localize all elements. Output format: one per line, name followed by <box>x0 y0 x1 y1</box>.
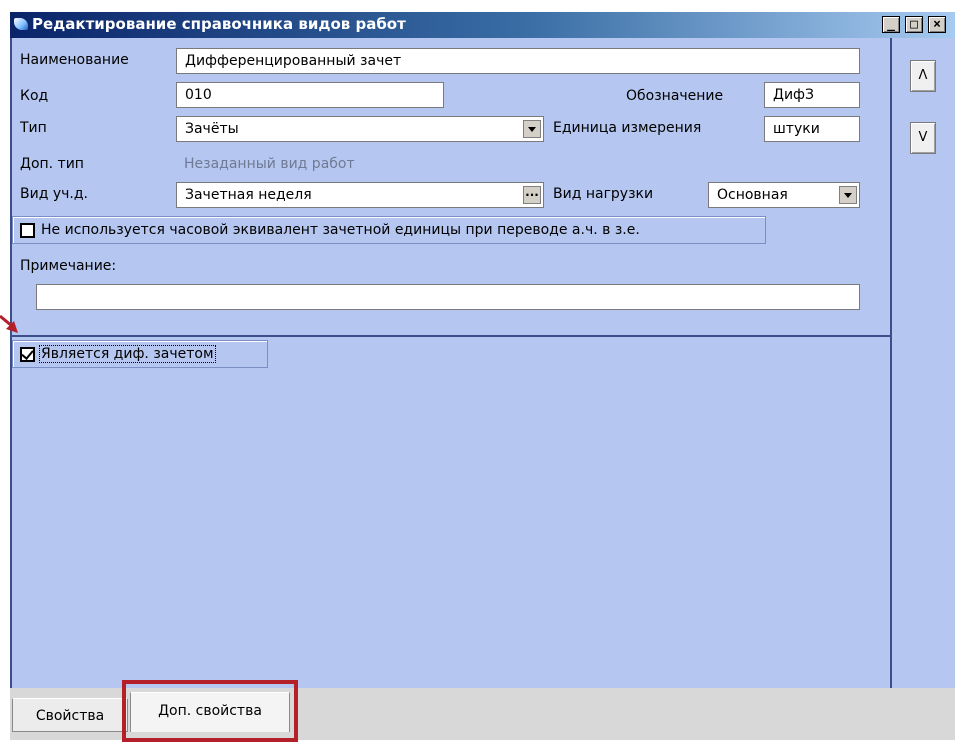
navigation-panel: Λ V <box>890 38 955 688</box>
designation-field[interactable]: ДифЗ <box>764 82 860 108</box>
close-button[interactable]: × <box>928 16 946 33</box>
name-label: Наименование <box>20 52 129 68</box>
checkbox-icon[interactable] <box>20 223 35 238</box>
study-kind-field[interactable]: Зачетная неделя ... <box>176 182 544 208</box>
unit-label: Единица измерения <box>553 120 702 136</box>
checkbox-checked-icon[interactable] <box>20 347 35 362</box>
load-kind-label: Вид нагрузки <box>553 186 654 202</box>
minimize-button[interactable]: _ <box>882 16 900 33</box>
tab-highlight-frame <box>122 680 298 742</box>
unit-field[interactable]: штуки <box>764 116 860 142</box>
note-label: Примечание: <box>20 258 117 274</box>
move-up-button[interactable]: Λ <box>910 60 936 92</box>
study-kind-value: Зачетная неделя <box>185 187 312 203</box>
window-title: Редактирование справочника видов работ <box>32 15 406 33</box>
app-icon <box>14 18 28 30</box>
extra-type-label: Доп. тип <box>20 156 84 172</box>
code-label: Код <box>20 88 49 104</box>
load-kind-value: Основная <box>717 187 788 203</box>
title-bar: Редактирование справочника видов работ _… <box>10 12 955 38</box>
designation-label: Обозначение <box>626 88 724 104</box>
type-label: Тип <box>20 120 47 136</box>
type-select[interactable]: Зачёты <box>176 116 544 142</box>
tab-properties[interactable]: Свойства <box>12 698 128 732</box>
code-field[interactable]: 010 <box>176 82 444 108</box>
chevron-down-icon[interactable] <box>523 120 541 138</box>
study-kind-label: Вид уч.д. <box>20 186 88 202</box>
extra-type-value: Незаданный вид работ <box>184 156 355 172</box>
is-diff-credit-label: Является диф. зачетом <box>39 345 216 363</box>
type-select-value: Зачёты <box>185 121 239 137</box>
no-hour-equivalent-label: Не используется часовой эквивалент зачет… <box>41 222 640 238</box>
properties-panel: Наименование Дифференцированный зачет Ко… <box>10 38 890 688</box>
note-field[interactable] <box>36 284 860 310</box>
annotation-arrow-icon <box>0 314 18 333</box>
section-divider <box>10 335 890 337</box>
maximize-button[interactable]: □ <box>905 16 923 33</box>
browse-button[interactable]: ... <box>523 186 541 204</box>
no-hour-equivalent-checkbox[interactable]: Не используется часовой эквивалент зачет… <box>12 216 766 244</box>
is-diff-credit-checkbox[interactable]: Является диф. зачетом <box>12 340 268 368</box>
name-field[interactable]: Дифференцированный зачет <box>176 48 860 74</box>
chevron-down-icon[interactable] <box>839 186 857 204</box>
move-down-button[interactable]: V <box>910 122 936 154</box>
load-kind-select[interactable]: Основная <box>708 182 860 208</box>
